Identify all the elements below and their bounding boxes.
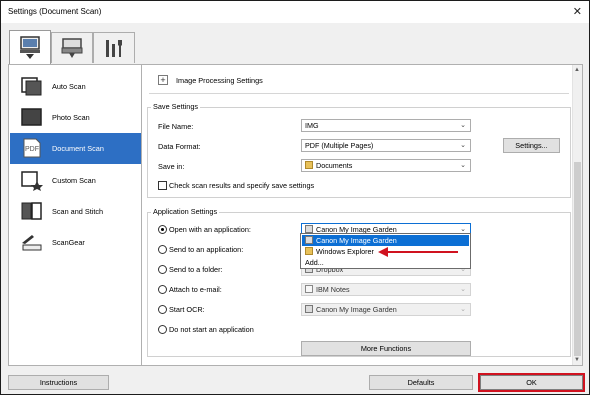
sidebar-item-label: Document Scan bbox=[52, 144, 104, 153]
save-in-select[interactable]: Documents ⌄ bbox=[301, 159, 471, 172]
svg-text:PDF: PDF bbox=[25, 146, 39, 153]
windows-explorer-icon bbox=[305, 247, 313, 255]
data-format-label: Data Format: bbox=[158, 142, 201, 151]
do-not-start-application-radio[interactable] bbox=[158, 325, 167, 334]
save-in-label: Save in: bbox=[158, 162, 185, 171]
file-name-value: IMG bbox=[305, 121, 319, 130]
sidebar-item-scan-and-stitch[interactable]: Scan and Stitch bbox=[10, 196, 141, 227]
chevron-down-icon: ⌄ bbox=[460, 286, 466, 293]
attach-to-email-value: IBM Notes bbox=[316, 285, 350, 294]
scroll-down-icon[interactable]: ▼ bbox=[574, 357, 580, 363]
dropdown-option-label: Windows Explorer bbox=[316, 247, 374, 256]
scroll-up-icon[interactable]: ▲ bbox=[574, 67, 580, 73]
sidebar-item-document-scan[interactable]: PDF Document Scan bbox=[10, 133, 141, 164]
image-garden-icon bbox=[305, 305, 313, 313]
tab-scan-from-computer[interactable] bbox=[9, 30, 51, 64]
start-ocr-radio[interactable] bbox=[158, 305, 167, 314]
sidebar-item-custom-scan[interactable]: Custom Scan bbox=[10, 165, 141, 196]
start-ocr-select[interactable]: Canon My Image Garden ⌄ bbox=[301, 303, 471, 316]
send-to-folder-label: Send to a folder: bbox=[169, 265, 223, 274]
scangear-icon bbox=[22, 235, 42, 251]
image-garden-icon bbox=[305, 225, 313, 233]
scan-from-operation-panel-icon bbox=[61, 38, 83, 58]
settings-content: + Image Processing Settings Save Setting… bbox=[142, 64, 583, 366]
pdf-document-icon: PDF bbox=[23, 138, 41, 158]
scan-mode-list: Auto Scan Photo Scan PDF Document Scan C… bbox=[8, 64, 142, 366]
dropdown-option[interactable]: Canon My Image Garden bbox=[302, 235, 469, 246]
application-settings-title: Application Settings bbox=[151, 207, 220, 216]
folder-icon bbox=[305, 161, 313, 169]
sidebar-item-label: Scan and Stitch bbox=[52, 207, 104, 216]
chevron-down-icon: ⌄ bbox=[460, 162, 466, 169]
image-processing-label: Image Processing Settings bbox=[176, 75, 263, 85]
save-settings-title: Save Settings bbox=[151, 102, 201, 111]
open-with-application-radio[interactable] bbox=[158, 225, 167, 234]
file-name-field[interactable]: IMG ⌄ bbox=[301, 119, 471, 132]
auto-scan-icon bbox=[21, 77, 42, 96]
start-ocr-label: Start OCR: bbox=[169, 305, 205, 314]
chevron-down-icon: ⌄ bbox=[460, 122, 466, 129]
scan-from-computer-icon bbox=[20, 35, 40, 59]
title-bar: Settings (Document Scan) ✕ bbox=[1, 1, 589, 23]
sidebar-item-scangear[interactable]: ScanGear bbox=[10, 227, 141, 258]
sidebar-item-label: Auto Scan bbox=[52, 82, 86, 91]
do-not-start-application-label: Do not start an application bbox=[169, 325, 254, 334]
send-to-folder-radio[interactable] bbox=[158, 265, 167, 274]
window-title: Settings (Document Scan) bbox=[8, 7, 102, 16]
close-icon[interactable]: ✕ bbox=[573, 5, 582, 18]
check-results-label: Check scan results and specify save sett… bbox=[169, 181, 315, 190]
tab-scan-from-operation-panel[interactable] bbox=[51, 32, 93, 63]
divider bbox=[149, 93, 569, 94]
defaults-button[interactable]: Defaults bbox=[369, 375, 473, 390]
start-ocr-value: Canon My Image Garden bbox=[316, 305, 397, 314]
sidebar-item-label: Photo Scan bbox=[52, 113, 90, 122]
data-format-value: PDF (Multiple Pages) bbox=[305, 141, 374, 150]
settings-window: Settings (Document Scan) ✕ Auto Scan Pho… bbox=[0, 0, 590, 395]
scrollbar-thumb[interactable] bbox=[574, 162, 581, 356]
instructions-button[interactable]: Instructions bbox=[8, 375, 109, 390]
check-results-checkbox[interactable] bbox=[158, 181, 167, 190]
expand-button[interactable]: + bbox=[158, 75, 168, 85]
send-to-application-label: Send to an application: bbox=[169, 245, 244, 254]
send-to-application-radio[interactable] bbox=[158, 245, 167, 254]
sidebar-item-label: Custom Scan bbox=[52, 176, 96, 185]
sidebar-item-auto-scan[interactable]: Auto Scan bbox=[10, 71, 141, 102]
data-format-select[interactable]: PDF (Multiple Pages) ⌄ bbox=[301, 139, 471, 152]
annotation-arrow bbox=[378, 247, 458, 257]
tab-general-settings[interactable] bbox=[93, 32, 135, 63]
settings-button[interactable]: Settings... bbox=[503, 138, 560, 153]
save-settings-group: Save Settings File Name: IMG ⌄ Data Form… bbox=[147, 102, 571, 198]
open-with-application-label: Open with an application: bbox=[169, 225, 251, 234]
attach-to-email-select[interactable]: IBM Notes ⌄ bbox=[301, 283, 471, 296]
chevron-down-icon: ⌄ bbox=[460, 306, 466, 313]
scan-and-stitch-icon bbox=[21, 202, 42, 220]
dropdown-option[interactable]: Add... bbox=[302, 257, 469, 268]
general-settings-tools-icon bbox=[106, 40, 122, 57]
dropdown-option-label: Canon My Image Garden bbox=[316, 236, 397, 245]
photo-scan-icon bbox=[21, 108, 42, 126]
ibm-notes-icon bbox=[305, 285, 313, 293]
save-in-value: Documents bbox=[316, 161, 353, 170]
tab-bar bbox=[1, 23, 589, 64]
vertical-scrollbar[interactable]: ▲ ▼ bbox=[572, 65, 582, 365]
sidebar-item-label: ScanGear bbox=[52, 238, 85, 247]
image-garden-icon bbox=[305, 236, 313, 244]
chevron-down-icon: ⌄ bbox=[460, 142, 466, 149]
sidebar-item-photo-scan[interactable]: Photo Scan bbox=[10, 102, 141, 133]
custom-scan-icon bbox=[21, 171, 43, 191]
dropdown-option-label: Add... bbox=[305, 258, 324, 267]
attach-to-email-radio[interactable] bbox=[158, 285, 167, 294]
more-functions-button[interactable]: More Functions bbox=[301, 341, 471, 356]
file-name-label: File Name: bbox=[158, 122, 194, 131]
image-processing-row: + Image Processing Settings bbox=[158, 74, 263, 86]
attach-to-email-label: Attach to e-mail: bbox=[169, 285, 222, 294]
ok-button[interactable]: OK bbox=[478, 373, 585, 392]
